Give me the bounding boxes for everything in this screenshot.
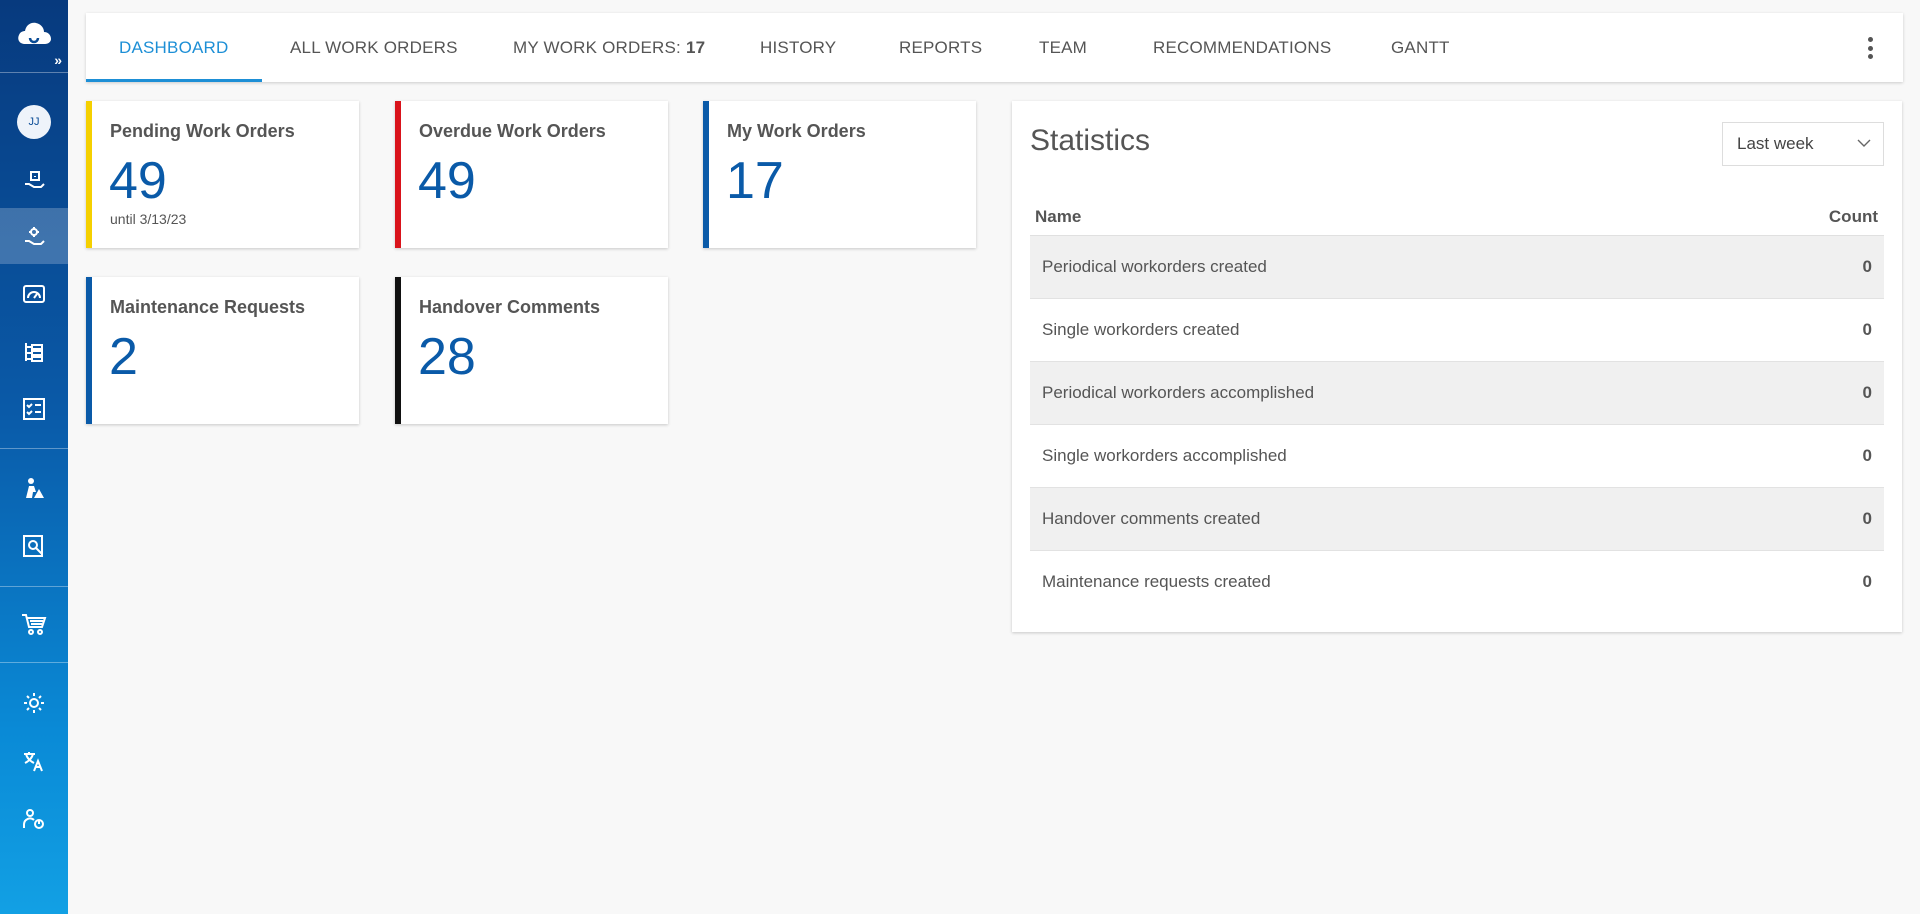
tab-all-work-orders[interactable]: ALL WORK ORDERS [257, 13, 491, 82]
card-accent-bar [86, 277, 92, 424]
card-accent-bar [703, 101, 709, 248]
expand-sidebar-icon[interactable]: » [54, 52, 62, 68]
avatar[interactable]: JJ [17, 105, 51, 139]
translate-icon [24, 752, 43, 772]
sidebar-item-brightness[interactable] [0, 675, 68, 731]
row-name: Maintenance requests created [1042, 572, 1271, 591]
document-search-icon [23, 535, 43, 557]
period-select-value: Last week [1737, 134, 1814, 153]
cart-icon [22, 614, 47, 635]
tab-recommendations[interactable]: RECOMMENDATIONS [1120, 13, 1364, 82]
tab-my-work-orders[interactable]: MY WORK ORDERS: 17 [480, 13, 738, 82]
sidebar-item-person-warning[interactable] [0, 460, 68, 516]
row-count: 0 [1862, 257, 1872, 276]
divider [0, 662, 68, 663]
card-title: Overdue Work Orders [419, 121, 606, 141]
more-options-icon[interactable] [1867, 37, 1873, 59]
table-row: Handover comments created 0 [1030, 488, 1884, 551]
tab-gantt[interactable]: GANTT [1358, 13, 1483, 82]
card-value: 2 [109, 328, 138, 386]
card-accent-bar [395, 101, 401, 248]
card-value: 17 [726, 152, 784, 210]
sidebar-item-language[interactable] [0, 733, 68, 789]
tab-label: RECOMMENDATIONS [1153, 37, 1332, 57]
row-name: Single workorders accomplished [1042, 446, 1287, 465]
statistics-title: Statistics [1030, 124, 1151, 157]
tab-dashboard[interactable]: DASHBOARD [86, 13, 262, 82]
sidebar-item-checklist[interactable] [0, 381, 68, 437]
tab-label: DASHBOARD [119, 37, 229, 57]
tab-history[interactable]: HISTORY [727, 13, 869, 82]
sidebar-item-hierarchy[interactable] [0, 324, 68, 380]
tab-label: ALL WORK ORDERS [290, 37, 458, 57]
period-select[interactable]: Last week [1722, 122, 1884, 166]
column-header-name: Name [1035, 207, 1082, 226]
card-accent-bar [395, 277, 401, 424]
app-logo[interactable]: » [0, 0, 68, 72]
hand-wrench-icon [25, 171, 45, 188]
tab-label: REPORTS [899, 37, 983, 57]
divider [0, 586, 68, 587]
sidebar-item-logout[interactable] [0, 791, 68, 847]
card-pending-work-orders[interactable]: Pending Work Orders 49 until 3/13/23 [86, 101, 359, 248]
row-name: Handover comments created [1042, 509, 1261, 528]
user-logout-icon [23, 809, 44, 829]
my-work-orders-count: 17 [685, 37, 706, 57]
tab-reports[interactable]: REPORTS [866, 13, 1015, 82]
row-count: 0 [1862, 572, 1872, 591]
statistics-table: Name Count Periodical workorders created… [1030, 199, 1884, 614]
card-value: 28 [418, 328, 476, 386]
tab-label: MY WORK ORDERS: [513, 37, 681, 57]
card-title: Handover Comments [419, 297, 601, 317]
card-maintenance-requests[interactable]: Maintenance Requests 2 [86, 277, 359, 424]
card-my-work-orders[interactable]: My Work Orders 17 [703, 101, 976, 248]
row-count: 0 [1862, 320, 1872, 339]
row-count: 0 [1862, 383, 1872, 402]
table-row: Single workorders accomplished 0 [1030, 425, 1884, 488]
card-value: 49 [418, 152, 476, 210]
card-handover-comments[interactable]: Handover Comments 28 [395, 277, 668, 424]
sidebar-item-document-search[interactable] [0, 518, 68, 574]
row-count: 0 [1862, 509, 1872, 528]
hierarchy-icon [25, 343, 43, 362]
brightness-icon [24, 693, 44, 713]
tab-team[interactable]: TEAM [1006, 13, 1120, 82]
row-name: Periodical workorders created [1042, 257, 1267, 276]
card-value: 49 [109, 152, 167, 210]
gauge-icon [23, 285, 45, 303]
sidebar: » JJ [0, 0, 68, 914]
card-accent-bar [86, 101, 92, 248]
table-row: Maintenance requests created 0 [1030, 551, 1884, 614]
table-row: Periodical workorders accomplished 0 [1030, 362, 1884, 425]
tab-label: GANTT [1391, 37, 1450, 57]
chevron-down-icon [1857, 139, 1871, 147]
row-name: Periodical workorders accomplished [1042, 383, 1315, 402]
top-tab-bar: DASHBOARD ALL WORK ORDERS MY WORK ORDERS… [86, 13, 1903, 82]
statistics-panel: Statistics Last week Name Count Periodic… [1012, 101, 1902, 632]
divider [0, 448, 68, 449]
table-row: Periodical workorders created 0 [1030, 236, 1884, 299]
checklist-icon [23, 398, 45, 420]
sidebar-item-maintenance[interactable] [0, 208, 68, 264]
card-title: Maintenance Requests [110, 297, 306, 317]
row-name: Single workorders created [1042, 320, 1240, 339]
card-title: My Work Orders [727, 121, 866, 141]
sidebar-item-cart[interactable] [0, 596, 68, 652]
row-count: 0 [1862, 446, 1872, 465]
divider [0, 72, 68, 73]
sidebar-item-work-orders[interactable] [0, 152, 68, 208]
table-row: Single workorders created 0 [1030, 299, 1884, 362]
tab-label: HISTORY [760, 37, 837, 57]
hand-gear-icon [25, 227, 45, 245]
sidebar-item-gauge[interactable] [0, 266, 68, 322]
card-subtitle: until 3/13/23 [110, 211, 187, 227]
sidebar-item-profile[interactable]: JJ [0, 94, 68, 150]
table-header: Name Count [1030, 199, 1884, 236]
cloud-logo-icon [18, 22, 51, 44]
person-warning-icon [26, 478, 44, 498]
column-header-count: Count [1828, 207, 1878, 226]
tab-label: TEAM [1039, 37, 1088, 57]
card-overdue-work-orders[interactable]: Overdue Work Orders 49 [395, 101, 668, 248]
card-title: Pending Work Orders [110, 121, 295, 141]
